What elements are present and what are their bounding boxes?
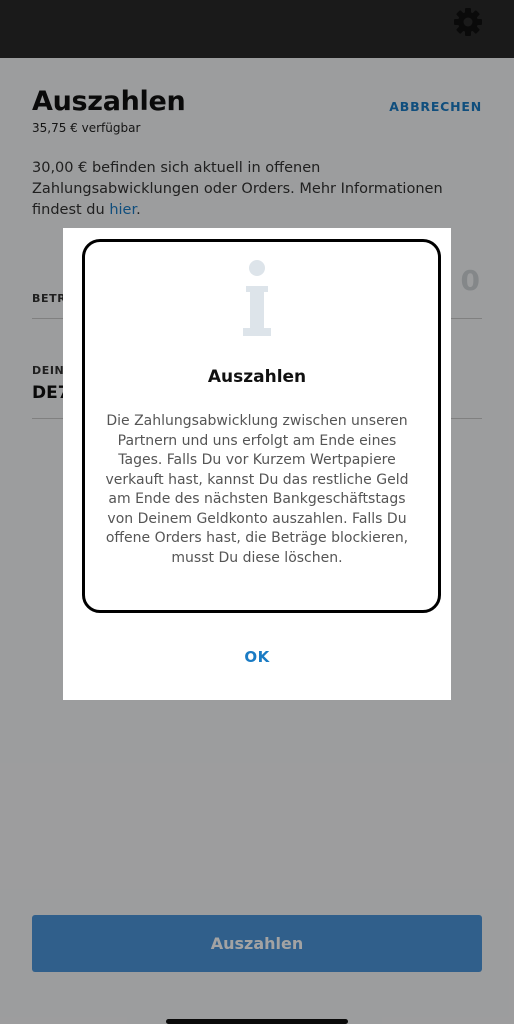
info-dialog: Auszahlen Die Zahlungsabwicklung zwische… xyxy=(63,228,451,700)
info-icon xyxy=(243,260,271,336)
dialog-title: Auszahlen xyxy=(207,367,307,387)
ok-button[interactable]: OK xyxy=(207,640,307,674)
dialog-body: Die Zahlungsabwicklung zwischen unseren … xyxy=(105,413,409,566)
